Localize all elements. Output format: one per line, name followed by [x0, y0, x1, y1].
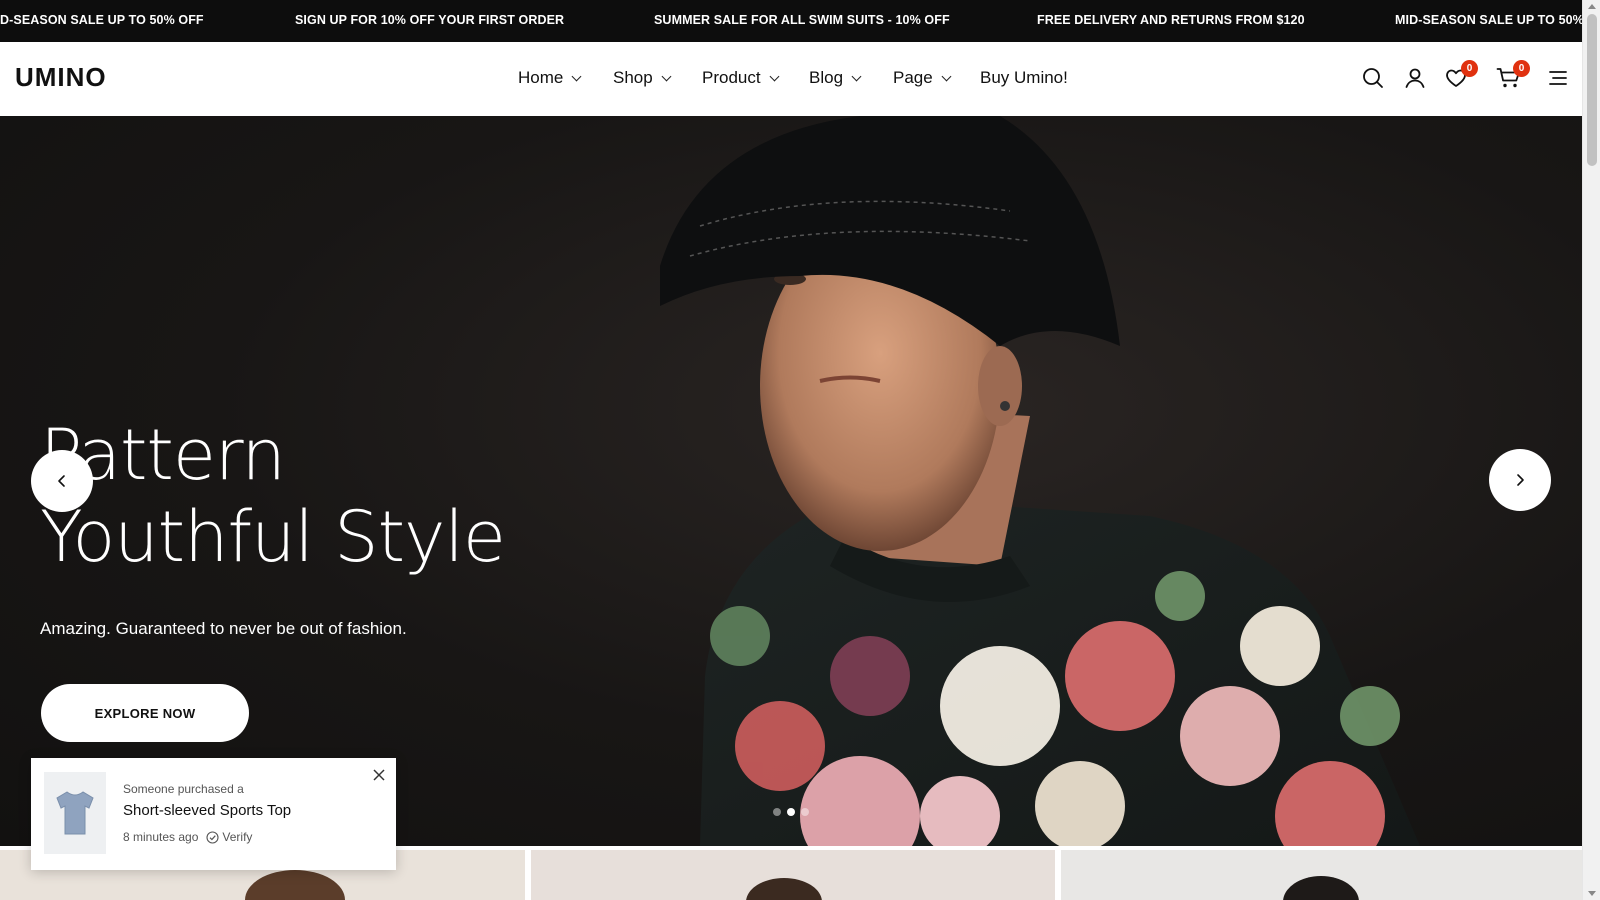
chevron-down-icon: [769, 71, 780, 81]
nav-item-page[interactable]: Page: [893, 68, 952, 88]
announcement-item: FREE DELIVERY AND RETURNS FROM $120: [1037, 13, 1305, 27]
chevron-down-icon: [661, 71, 672, 81]
category-card[interactable]: [531, 850, 1055, 900]
cart-button[interactable]: 0: [1496, 60, 1530, 92]
slide-dot[interactable]: [773, 808, 781, 816]
prev-slide-button[interactable]: [31, 450, 93, 512]
model-image: [1283, 876, 1359, 900]
hero-title-line: Pattern: [40, 414, 286, 496]
nav-item-label: Home: [518, 68, 564, 87]
nav-item-label: Buy Umino!: [980, 68, 1068, 87]
cart-count-badge: 0: [1513, 60, 1530, 77]
verify-badge: Verify: [206, 830, 252, 844]
chevron-down-icon: [851, 71, 862, 81]
slide-dot-active[interactable]: [787, 808, 795, 816]
slide-dot[interactable]: [801, 808, 809, 816]
category-card[interactable]: [1061, 850, 1582, 900]
site-logo[interactable]: UMINO: [15, 62, 107, 93]
purchase-time: 8 minutes ago: [123, 830, 199, 844]
chevron-right-icon: [1517, 474, 1524, 486]
announcement-item: SUMMER SALE FOR ALL SWIM SUITS - 10% OFF: [654, 13, 950, 27]
site-header: UMINO Home Shop Product Blog Page Buy Um…: [0, 42, 1582, 116]
menu-icon[interactable]: [1547, 66, 1573, 92]
nav-item-label: Shop: [613, 68, 653, 87]
close-icon[interactable]: [372, 768, 386, 782]
verify-label: Verify: [222, 830, 253, 844]
scroll-down-arrow[interactable]: [1588, 891, 1596, 896]
nav-item-shop[interactable]: Shop: [613, 68, 672, 88]
purchase-meta: 8 minutes ago Verify: [123, 830, 252, 844]
nav-item-blog[interactable]: Blog: [809, 68, 862, 88]
scrollbar-thumb[interactable]: [1587, 14, 1597, 166]
purchase-label: Someone purchased a: [123, 782, 244, 796]
hero-title-line: Youthful Style: [40, 496, 506, 578]
user-icon[interactable]: [1403, 66, 1429, 92]
scroll-up-arrow[interactable]: [1588, 4, 1596, 9]
model-image: [746, 878, 822, 900]
chevron-down-icon: [571, 71, 582, 81]
page-scrollbar[interactable]: [1582, 0, 1600, 900]
announcement-bar: D-SEASON SALE UP TO 50% OFF SIGN UP FOR …: [0, 0, 1582, 42]
announcement-item: SIGN UP FOR 10% OFF YOUR FIRST ORDER: [295, 13, 565, 27]
nav-item-label: Blog: [809, 68, 844, 87]
announcement-item: D-SEASON SALE UP TO 50% OFF: [0, 13, 204, 27]
announcement-item: MID-SEASON SALE UP TO 50% O: [1395, 13, 1582, 27]
wishlist-button[interactable]: 0: [1444, 60, 1478, 92]
explore-now-button[interactable]: EXPLORE NOW: [41, 684, 249, 742]
verified-check-icon: [206, 830, 219, 844]
nav-item-home[interactable]: Home: [518, 68, 582, 88]
nav-item-label: Page: [893, 68, 933, 87]
chevron-down-icon: [941, 71, 952, 81]
tshirt-icon: [56, 791, 94, 835]
purchased-product-name[interactable]: Short-sleeved Sports Top: [123, 802, 291, 819]
slide-pagination: [773, 808, 809, 816]
hero-slider: Pattern Youthful Style Amazing. Guarante…: [0, 116, 1582, 846]
nav-item-buy-umino[interactable]: Buy Umino!: [980, 68, 1068, 88]
hero-title: Pattern Youthful Style: [40, 414, 506, 578]
chevron-left-icon: [58, 475, 65, 487]
purchase-notification: Someone purchased a Short-sleeved Sports…: [31, 758, 396, 870]
next-slide-button[interactable]: [1489, 449, 1551, 511]
hero-subtitle: Amazing. Guaranteed to never be out of f…: [40, 619, 407, 638]
wishlist-count-badge: 0: [1461, 60, 1478, 77]
nav-item-label: Product: [702, 68, 761, 87]
nav-item-product[interactable]: Product: [702, 68, 780, 88]
search-icon[interactable]: [1361, 66, 1387, 92]
product-thumbnail[interactable]: [44, 772, 106, 854]
